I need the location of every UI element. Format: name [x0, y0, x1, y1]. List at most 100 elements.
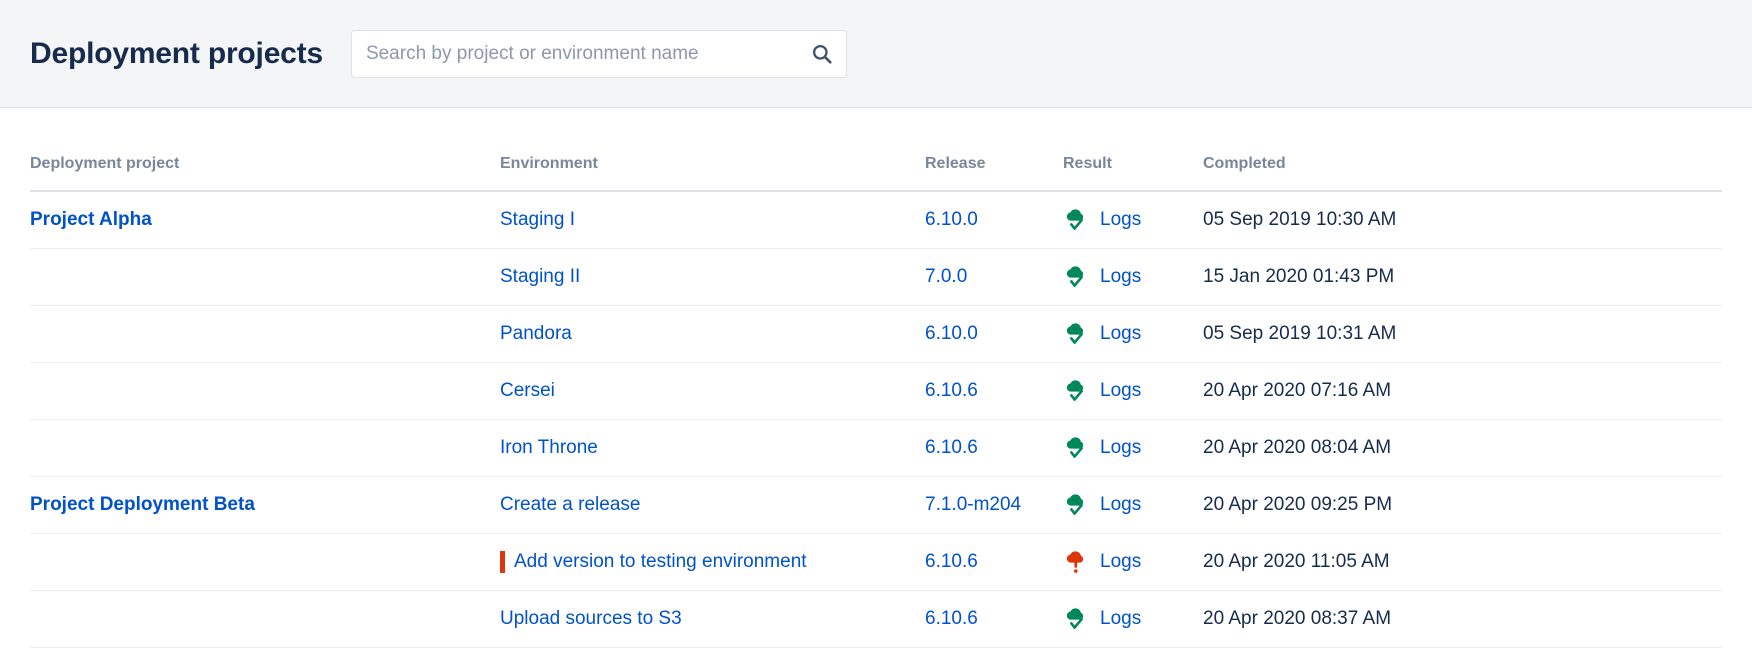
column-header-release: Release: [925, 108, 1063, 192]
deployments-table-region: Deployment project Environment Release R…: [0, 108, 1752, 648]
completed-timestamp: 20 Apr 2020 08:04 AM: [1203, 437, 1392, 458]
cell-environment: Cersei: [500, 362, 925, 420]
cell-completed: 20 Apr 2020 07:16 AM: [1203, 362, 1722, 420]
logs-link[interactable]: Logs: [1100, 608, 1141, 630]
table-header-row: Deployment project Environment Release R…: [30, 108, 1722, 192]
cell-result: Logs: [1063, 191, 1203, 249]
environment-cell-inner: Cersei: [500, 380, 925, 402]
cell-release: 7.1.0-m204: [925, 476, 1063, 534]
environment-link[interactable]: Add version to testing environment: [514, 551, 807, 572]
cell-result: Logs: [1063, 590, 1203, 648]
cell-environment: Iron Throne: [500, 419, 925, 477]
completed-timestamp: 20 Apr 2020 07:16 AM: [1203, 380, 1392, 401]
logs-link[interactable]: Logs: [1100, 494, 1141, 516]
completed-timestamp: 20 Apr 2020 09:25 PM: [1203, 494, 1393, 515]
environment-link[interactable]: Staging I: [500, 209, 575, 230]
environment-cell-inner: Staging I: [500, 209, 925, 231]
release-link[interactable]: 6.10.6: [925, 551, 978, 572]
cloud-check-icon: [1066, 209, 1084, 230]
cell-result: Logs: [1063, 248, 1203, 306]
cell-result: Logs: [1063, 476, 1203, 534]
release-link[interactable]: 6.10.0: [925, 323, 978, 344]
result-cell-inner: Logs: [1063, 363, 1203, 419]
cell-completed: 20 Apr 2020 09:25 PM: [1203, 476, 1722, 534]
project-link[interactable]: Project Deployment Beta: [30, 494, 255, 515]
cell-result: Logs: [1063, 533, 1203, 591]
page-title: Deployment projects: [30, 36, 323, 70]
table-row: Project Alpha Staging I 6.10.0 Logs 05 Sep 2…: [30, 191, 1722, 249]
environment-cell-inner: Iron Throne: [500, 437, 925, 459]
environment-link[interactable]: Staging II: [500, 266, 580, 287]
column-header-completed: Completed: [1203, 108, 1722, 192]
completed-timestamp: 15 Jan 2020 01:43 PM: [1203, 266, 1395, 287]
release-link[interactable]: 6.10.6: [925, 608, 978, 629]
completed-timestamp: 20 Apr 2020 11:05 AM: [1203, 551, 1390, 572]
logs-link[interactable]: Logs: [1100, 323, 1141, 345]
result-cell-inner: Logs: [1063, 591, 1203, 647]
completed-timestamp: 20 Apr 2020 08:37 AM: [1203, 608, 1392, 629]
result-cell-inner: Logs: [1063, 306, 1203, 362]
completed-timestamp: 05 Sep 2019 10:30 AM: [1203, 209, 1397, 230]
logs-link[interactable]: Logs: [1100, 551, 1141, 573]
logs-link[interactable]: Logs: [1100, 380, 1141, 402]
column-header-result: Result: [1063, 108, 1203, 192]
cell-environment: Pandora: [500, 305, 925, 363]
cell-project: [30, 248, 500, 306]
environment-link[interactable]: Pandora: [500, 323, 572, 344]
cell-result: Logs: [1063, 419, 1203, 477]
page-header: Deployment projects: [0, 0, 1752, 108]
cell-result: Logs: [1063, 362, 1203, 420]
table-head: Deployment project Environment Release R…: [30, 108, 1722, 192]
project-link[interactable]: Project Alpha: [30, 209, 152, 230]
search-icon: [811, 43, 833, 65]
environment-link[interactable]: Cersei: [500, 380, 555, 401]
release-link[interactable]: 6.10.0: [925, 209, 978, 230]
search-input[interactable]: [350, 29, 847, 78]
cell-release: 7.0.0: [925, 248, 1063, 306]
cell-environment: Create a release: [500, 476, 925, 534]
cell-completed: 20 Apr 2020 08:04 AM: [1203, 419, 1722, 477]
cell-release: 6.10.0: [925, 191, 1063, 249]
environment-cell-inner: Pandora: [500, 323, 925, 345]
cloud-check-icon: [1066, 608, 1084, 629]
cell-completed: 20 Apr 2020 08:37 AM: [1203, 590, 1722, 648]
cell-completed: 05 Sep 2019 10:31 AM: [1203, 305, 1722, 363]
cell-result: Logs: [1063, 305, 1203, 363]
cell-project: [30, 362, 500, 420]
deployments-table: Deployment project Environment Release R…: [30, 108, 1722, 648]
cell-project: [30, 305, 500, 363]
cell-environment: Add version to testing environment: [500, 533, 925, 591]
release-link[interactable]: 6.10.6: [925, 437, 978, 458]
logs-link[interactable]: Logs: [1100, 209, 1141, 231]
release-link[interactable]: 7.0.0: [925, 266, 967, 287]
cell-completed: 05 Sep 2019 10:30 AM: [1203, 191, 1722, 249]
environment-link[interactable]: Create a release: [500, 494, 640, 515]
cell-project: Project Deployment Beta: [30, 476, 500, 534]
table-row: Cersei 6.10.6 Logs 20 Apr 2020 07:16 AM: [30, 362, 1722, 420]
release-link[interactable]: 6.10.6: [925, 380, 978, 401]
column-header-environment: Environment: [500, 108, 925, 192]
table-row: Staging II 7.0.0 Logs 15 Jan 2020 01:43 PM: [30, 248, 1722, 306]
cloud-check-icon: [1066, 437, 1084, 458]
search-button[interactable]: [807, 39, 837, 69]
environment-link[interactable]: Upload sources to S3: [500, 608, 682, 629]
column-header-project: Deployment project: [30, 108, 500, 192]
table-row: Project Deployment Beta Create a release 7…: [30, 476, 1722, 534]
result-cell-inner: Logs: [1063, 192, 1203, 248]
cell-project: Project Alpha: [30, 191, 500, 249]
cell-release: 6.10.6: [925, 590, 1063, 648]
cell-release: 6.10.6: [925, 362, 1063, 420]
cloud-check-icon: [1066, 323, 1084, 344]
cell-release: 6.10.6: [925, 533, 1063, 591]
logs-link[interactable]: Logs: [1100, 437, 1141, 459]
logs-link[interactable]: Logs: [1100, 266, 1141, 288]
cloud-check-icon: [1066, 494, 1084, 515]
release-link[interactable]: 7.1.0-m204: [925, 494, 1021, 515]
cell-environment: Upload sources to S3: [500, 590, 925, 648]
table-row: Upload sources to S3 6.10.6 Logs 20 Apr 202…: [30, 590, 1722, 648]
cloud-check-icon: [1066, 266, 1084, 287]
environment-cell-inner: Upload sources to S3: [500, 608, 925, 630]
environment-link[interactable]: Iron Throne: [500, 437, 598, 458]
result-cell-inner: Logs: [1063, 477, 1203, 533]
cell-release: 6.10.6: [925, 419, 1063, 477]
